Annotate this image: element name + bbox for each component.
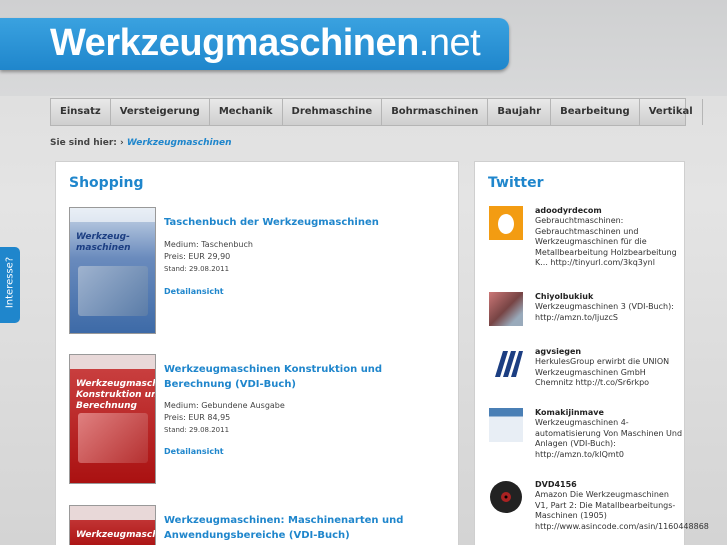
tweet-item: DVD4156 Amazon Die Werkzeugmaschinen V1,… bbox=[489, 480, 709, 545]
product-item: Werkzeug- maschinen Taschenbuch der Werk… bbox=[69, 207, 449, 335]
breadcrumb: Sie sind hier: › Werkzeugmaschinen bbox=[50, 138, 232, 148]
book-cover-image[interactable]: Werkzeugmaschinen bbox=[69, 505, 156, 545]
tweet-item: Komakijinmave Werkzeugmaschinen 4-automa… bbox=[489, 408, 682, 460]
cover-title: Werkzeug- maschinen bbox=[76, 232, 131, 253]
tweet-user[interactable]: Chiyolbukiuk bbox=[535, 292, 593, 301]
product-stand: Stand: 29.08.2011 bbox=[164, 426, 230, 434]
tweet-text: Werkzeugmaschinen 4-automatisierung Von … bbox=[535, 418, 683, 459]
product-price: Preis: EUR 84,95 bbox=[164, 413, 231, 422]
tweet-user[interactable]: Komakijinmave bbox=[535, 408, 604, 417]
breadcrumb-prefix: Sie sind hier: bbox=[50, 138, 117, 148]
cover-band bbox=[70, 506, 155, 520]
logo-suffix-text: .net bbox=[418, 22, 481, 64]
shopping-panel: Shopping Werkzeug- maschinen Taschenbuch… bbox=[55, 161, 459, 545]
nav-item-einsatz[interactable]: Einsatz bbox=[51, 99, 111, 125]
nav-item-vertikal[interactable]: Vertikal bbox=[640, 99, 703, 125]
stripes-icon bbox=[495, 351, 523, 377]
main-nav: Einsatz Versteigerung Mechanik Drehmasch… bbox=[50, 98, 703, 126]
tweet-text: Amazon Die Werkzeugmaschinen V1, Part 2:… bbox=[535, 490, 709, 531]
interesse-tab[interactable]: Interesse? bbox=[0, 247, 20, 323]
tweet-item: adoodyrdecom Gebrauchtmaschinen: Gebrauc… bbox=[489, 206, 679, 268]
nav-item-bearbeitung[interactable]: Bearbeitung bbox=[551, 99, 640, 125]
machine-avatar-icon[interactable] bbox=[489, 292, 523, 326]
tweet-item: Chiyolbukiuk Werkzeugmaschinen 3 (VDI-Bu… bbox=[489, 292, 679, 328]
book-cover-image[interactable]: Werkzeug- maschinen bbox=[69, 207, 156, 334]
tweet-user[interactable]: agvsiegen bbox=[535, 347, 581, 356]
product-item: Werkzeugmaschinen Werkzeugmaschinen: Mas… bbox=[69, 505, 449, 545]
egg-avatar-icon[interactable] bbox=[489, 206, 523, 240]
twitter-title: Twitter bbox=[488, 175, 544, 191]
nav-item-drehmaschine[interactable]: Drehmaschine bbox=[283, 99, 383, 125]
cover-title: Werkzeugmaschinen bbox=[76, 530, 155, 540]
stripes-avatar-icon[interactable] bbox=[489, 347, 523, 381]
product-meta: Medium: Gebundene Ausgabe Preis: EUR 84,… bbox=[164, 400, 285, 436]
screenshot-avatar-icon[interactable] bbox=[489, 408, 523, 442]
disc-avatar-icon[interactable] bbox=[489, 480, 523, 514]
product-item: Werkzeugmaschinen Konstruktion und Berec… bbox=[69, 354, 449, 484]
nav-item-bohrmaschinen[interactable]: Bohrmaschinen bbox=[382, 99, 489, 125]
cover-machine-illustration bbox=[78, 266, 148, 316]
twitter-panel: Twitter adoodyrdecom Gebrauchtmaschinen:… bbox=[474, 161, 709, 545]
product-title[interactable]: Taschenbuch der Werkzeugmaschinen bbox=[164, 215, 444, 230]
egg-icon bbox=[498, 214, 514, 234]
tweet-text: Gebrauchtmaschinen: Gebrauchtmaschinen u… bbox=[535, 216, 677, 267]
product-medium: Medium: Gebundene Ausgabe bbox=[164, 401, 285, 410]
shopping-title: Shopping bbox=[69, 175, 144, 191]
site-logo[interactable]: Werkzeugmaschinen.net bbox=[50, 22, 481, 65]
detail-link[interactable]: Detailansicht bbox=[164, 447, 224, 456]
product-title[interactable]: Werkzeugmaschinen: Maschinenarten und An… bbox=[164, 513, 444, 543]
cover-machine-illustration bbox=[78, 413, 148, 463]
product-title[interactable]: Werkzeugmaschinen Konstruktion und Berec… bbox=[164, 362, 444, 392]
book-cover-image[interactable]: Werkzeugmaschinen Konstruktion und Berec… bbox=[69, 354, 156, 484]
disc-icon bbox=[490, 481, 522, 513]
product-stand: Stand: 29.08.2011 bbox=[164, 265, 230, 273]
cover-title: Werkzeugmaschinen Konstruktion und Berec… bbox=[76, 379, 155, 411]
cover-band bbox=[70, 208, 155, 222]
product-medium: Medium: Taschenbuch bbox=[164, 240, 253, 249]
tweet-user[interactable]: adoodyrdecom bbox=[535, 206, 602, 215]
interesse-label: Interesse? bbox=[4, 256, 16, 309]
nav-item-baujahr[interactable]: Baujahr bbox=[488, 99, 552, 125]
detail-link[interactable]: Detailansicht bbox=[164, 287, 224, 296]
logo-bold-text: Werkzeugmaschinen bbox=[50, 22, 419, 64]
tweet-text: Werkzeugmaschinen 3 (VDI-Buch): http://a… bbox=[535, 302, 674, 322]
nav-item-mechanik[interactable]: Mechanik bbox=[210, 99, 283, 125]
product-price: Preis: EUR 29,90 bbox=[164, 252, 231, 261]
breadcrumb-separator: › bbox=[120, 138, 124, 148]
tweet-item: agvsiegen HerkulesGroup erwirbt die UNIO… bbox=[489, 347, 679, 387]
tweet-user[interactable]: DVD4156 bbox=[535, 480, 577, 489]
tweet-text: HerkulesGroup erwirbt die UNION Werkzeug… bbox=[535, 357, 670, 387]
nav-item-versteigerung[interactable]: Versteigerung bbox=[111, 99, 210, 125]
cover-band bbox=[70, 355, 155, 369]
product-meta: Medium: Taschenbuch Preis: EUR 29,90 Sta… bbox=[164, 239, 253, 275]
breadcrumb-current[interactable]: Werkzeugmaschinen bbox=[127, 138, 232, 148]
